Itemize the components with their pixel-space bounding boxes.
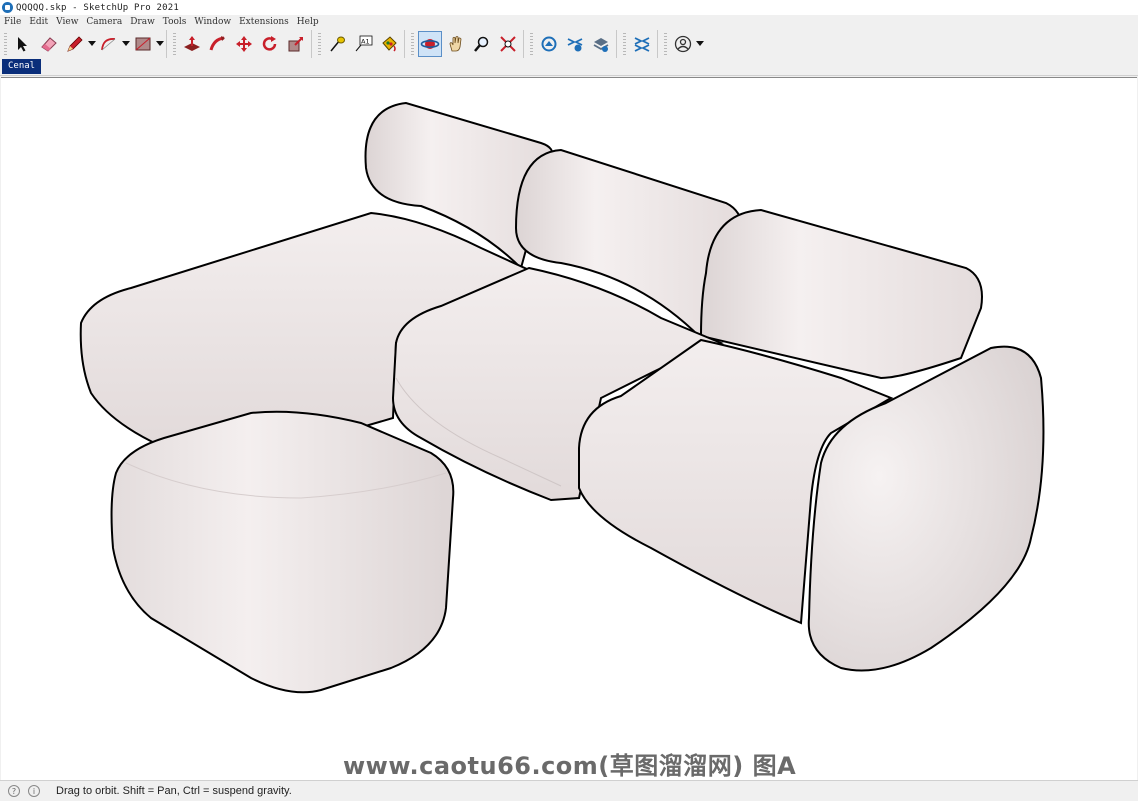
extension-manager-icon [634, 37, 650, 52]
zoom-icon [474, 36, 489, 52]
toolbar-group-extensions [619, 30, 658, 58]
pencil-icon [67, 36, 83, 52]
toolbar-grip[interactable] [623, 33, 626, 55]
toolbar-group-edit [169, 30, 312, 58]
toolbar-group-drawing [0, 30, 167, 58]
layout-icon [593, 38, 609, 52]
user-account-icon [674, 35, 692, 53]
zoom-tool-button[interactable] [470, 31, 494, 57]
zoom-extents-icon [500, 36, 516, 52]
rotate-icon [262, 36, 277, 51]
3d-warehouse-button[interactable] [537, 31, 561, 57]
scale-icon [288, 37, 303, 52]
toolbar-group-camera [407, 30, 524, 58]
toolbar-grip[interactable] [664, 33, 667, 55]
title-bar: QQQQQ.skp - SketchUp Pro 2021 [0, 0, 1138, 16]
toolbar-group-account [660, 30, 706, 58]
toolbar: A1 [0, 29, 1138, 59]
orbit-icon [420, 39, 440, 49]
eraser-tool-button[interactable] [37, 31, 61, 57]
orbit-tool-button[interactable] [418, 31, 442, 57]
extension-warehouse-button[interactable] [563, 31, 587, 57]
menu-extensions[interactable]: Extensions [235, 15, 293, 29]
status-message: Drag to orbit. Shift = Pan, Ctrl = suspe… [56, 785, 292, 797]
menu-tools[interactable]: Tools [159, 15, 191, 29]
text-icon: A1 [355, 35, 373, 52]
chevron-down-icon [88, 41, 96, 46]
text-tool-button[interactable]: A1 [351, 31, 375, 57]
text-tool-label: A1 [361, 38, 370, 46]
chevron-down-icon [122, 41, 130, 46]
arc-dropdown[interactable] [122, 31, 130, 57]
move-icon [236, 36, 252, 52]
menu-bar: File Edit View Camera Draw Tools Window … [0, 15, 1138, 29]
layout-button[interactable] [589, 31, 613, 57]
arc-tool-button[interactable] [97, 31, 121, 57]
sketchup-icon[interactable] [2, 2, 13, 13]
ottoman[interactable] [110, 410, 455, 694]
pan-hand-icon [449, 36, 462, 52]
info-icon[interactable]: i [28, 785, 40, 797]
status-bar: ? i Drag to orbit. Shift = Pan, Ctrl = s… [0, 780, 1138, 801]
menu-help[interactable]: Help [293, 15, 323, 29]
menu-file[interactable]: File [0, 15, 25, 29]
toolbar-grip[interactable] [4, 33, 7, 55]
select-tool-button[interactable] [11, 31, 35, 57]
scene-tab[interactable]: Cenal [2, 59, 42, 74]
tape-measure-tool-button[interactable] [325, 31, 349, 57]
warehouse-icon [541, 36, 557, 52]
menu-draw[interactable]: Draw [126, 15, 159, 29]
extension-manager-button[interactable] [630, 31, 654, 57]
arc-icon [101, 38, 116, 51]
move-tool-button[interactable] [232, 31, 256, 57]
window-title: QQQQQ.skp - SketchUp Pro 2021 [16, 2, 179, 13]
toolbar-grip[interactable] [173, 33, 176, 55]
account-dropdown[interactable] [696, 31, 704, 57]
extension-warehouse-icon [567, 38, 583, 52]
menu-camera[interactable]: Camera [82, 15, 126, 29]
follow-me-icon [209, 36, 225, 51]
paint-bucket-icon [382, 36, 397, 52]
watermark-text: www.caotu66.com(草图溜溜网) 图A [343, 752, 797, 780]
sectional-sofa-model[interactable] [1, 78, 1137, 780]
rectangle-icon [135, 37, 151, 51]
menu-edit[interactable]: Edit [25, 15, 52, 29]
chevron-down-icon [696, 41, 704, 46]
arrow-cursor-icon [18, 37, 27, 52]
zoom-extents-tool-button[interactable] [496, 31, 520, 57]
rotate-tool-button[interactable] [258, 31, 282, 57]
tape-measure-icon [330, 36, 345, 52]
geo-location-icon[interactable]: ? [8, 785, 20, 797]
eraser-icon [41, 37, 57, 52]
pan-tool-button[interactable] [444, 31, 468, 57]
line-tool-button[interactable] [63, 31, 87, 57]
toolbar-group-construction: A1 [314, 30, 405, 58]
toolbar-grip[interactable] [530, 33, 533, 55]
toolbar-grip[interactable] [411, 33, 414, 55]
menu-window[interactable]: Window [190, 15, 235, 29]
chevron-down-icon [156, 41, 164, 46]
line-dropdown[interactable] [88, 31, 96, 57]
menu-view[interactable]: View [52, 15, 82, 29]
push-pull-tool-button[interactable] [180, 31, 204, 57]
rectangle-dropdown[interactable] [156, 31, 164, 57]
follow-me-tool-button[interactable] [206, 31, 230, 57]
scene-tab-bar: Cenal [0, 59, 1138, 76]
drawing-viewport[interactable]: www.caotu66.com(草图溜溜网) 图A [1, 77, 1137, 780]
push-pull-icon [184, 36, 200, 51]
account-button[interactable] [671, 31, 695, 57]
toolbar-grip[interactable] [318, 33, 321, 55]
paint-bucket-tool-button[interactable] [377, 31, 401, 57]
toolbar-group-warehouse [526, 30, 617, 58]
scale-tool-button[interactable] [284, 31, 308, 57]
rectangle-tool-button[interactable] [131, 31, 155, 57]
